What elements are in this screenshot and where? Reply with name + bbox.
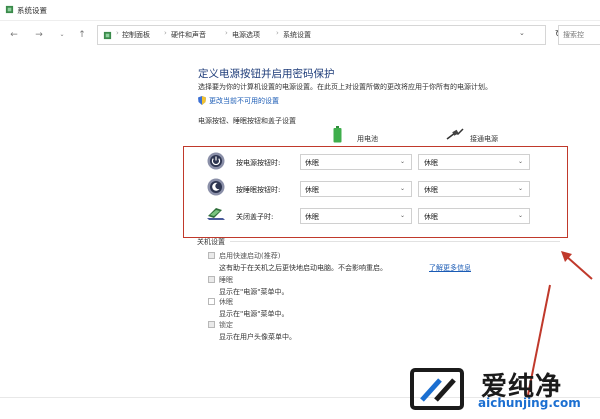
- lid-close-plugged-value: 休眠: [424, 213, 438, 221]
- control-panel-icon: [103, 31, 112, 40]
- fast-startup-checkbox[interactable]: [208, 252, 215, 259]
- lid-close-label: 关闭盖子时:: [236, 213, 274, 221]
- sleep-button-icon: [207, 178, 225, 196]
- control-panel-icon: [5, 5, 14, 14]
- breadcrumb-separator: ›: [225, 29, 228, 37]
- chevron-down-icon: ⌄: [400, 158, 406, 165]
- chevron-down-icon: ⌄: [518, 158, 524, 165]
- chevron-down-icon: ⌄: [518, 212, 524, 219]
- back-arrow-icon[interactable]: ←: [8, 29, 20, 41]
- power-button-plugged-value: 休眠: [424, 159, 438, 167]
- watermark-url: aichunjing.com: [478, 396, 581, 410]
- recent-chevron-icon[interactable]: ⌄: [56, 29, 68, 41]
- power-plug-icon: [446, 128, 464, 140]
- lid-close-battery-value: 休眠: [305, 213, 319, 221]
- forward-arrow-icon[interactable]: →: [33, 29, 45, 41]
- page-title: 定义电源按钮并启用密码保护: [198, 68, 335, 80]
- page-description: 选择要为你的计算机设置的电源设置。在此页上对设置所做的更改将应用于你所有的电源计…: [198, 83, 492, 91]
- hibernate-option-description: 显示在"电源"菜单中。: [219, 310, 289, 318]
- sleep-option-label: 睡眠: [219, 276, 233, 284]
- lock-option-label: 锁定: [219, 321, 233, 329]
- chevron-down-icon: ⌄: [400, 212, 406, 219]
- search-placeholder: 搜索控: [563, 31, 584, 39]
- sleep-button-battery-value: 休眠: [305, 186, 319, 194]
- title-divider: [0, 20, 600, 21]
- battery-icon: [333, 126, 342, 143]
- breadcrumb-system-settings[interactable]: 系统设置: [283, 30, 311, 40]
- laptop-lid-icon: [207, 208, 225, 220]
- learn-more-link[interactable]: 了解更多信息: [429, 263, 471, 273]
- window-title: 系统设置: [17, 6, 47, 15]
- annotation-arrow-shaft: [565, 255, 593, 280]
- section-divider: [230, 241, 560, 242]
- uac-shield-icon: [198, 96, 206, 105]
- annotation-arrow-head: [561, 251, 572, 262]
- shutdown-settings-title: 关机设置: [197, 238, 225, 246]
- breadcrumb-separator: ›: [276, 29, 279, 37]
- section-title: 电源按钮、睡眠按钮和盖子设置: [198, 117, 296, 125]
- breadcrumb-power-options[interactable]: 电源选项: [232, 30, 260, 40]
- chevron-down-icon: ⌄: [400, 185, 406, 192]
- fast-startup-description: 这有助于在关机之后更快地启动电脑。不会影响重启。: [219, 264, 387, 272]
- title-bar: [0, 0, 600, 20]
- up-arrow-icon[interactable]: ↑: [76, 29, 88, 41]
- sleep-option-description: 显示在"电源"菜单中。: [219, 288, 289, 296]
- chevron-down-icon: ⌄: [518, 185, 524, 192]
- hibernate-option-label: 休眠: [219, 298, 233, 306]
- watermark-logo-icon: [410, 368, 464, 410]
- breadcrumb-separator: ›: [116, 29, 119, 37]
- column-plugged-in: 接通电源: [470, 135, 498, 143]
- fast-startup-label: 启用快速启动(推荐): [219, 252, 281, 260]
- sleep-button-plugged-value: 休眠: [424, 186, 438, 194]
- breadcrumb-hardware-sound[interactable]: 硬件和声音: [171, 30, 206, 40]
- breadcrumb-control-panel[interactable]: 控制面板: [122, 30, 150, 40]
- hibernate-checkbox[interactable]: [208, 298, 215, 305]
- lock-checkbox[interactable]: [208, 321, 215, 328]
- address-dropdown-icon[interactable]: ⌄: [519, 29, 525, 37]
- power-button-label: 按电源按钮时:: [236, 159, 281, 167]
- column-on-battery: 用电池: [357, 135, 378, 143]
- power-button-battery-value: 休眠: [305, 159, 319, 167]
- sleep-checkbox[interactable]: [208, 276, 215, 283]
- breadcrumb-separator: ›: [164, 29, 167, 37]
- sleep-button-label: 按睡眠按钮时:: [236, 186, 281, 194]
- lock-option-description: 显示在用户头像菜单中。: [219, 333, 296, 341]
- power-button-icon: [207, 152, 225, 170]
- change-unavailable-settings-link[interactable]: 更改当前不可用的设置: [209, 96, 279, 106]
